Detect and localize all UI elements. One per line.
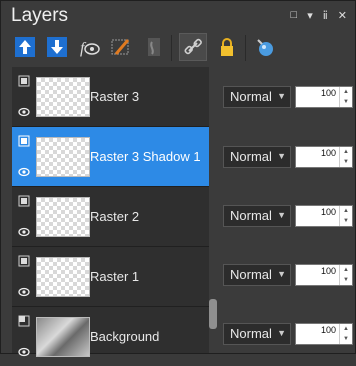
panel-title: Layers — [11, 5, 69, 26]
blend-mode-value: Normal — [230, 267, 272, 282]
opacity-value: 100 — [320, 266, 336, 276]
layer-properties-column: Normal ▼ 100 ▲ ▼ Normal ▼ 100 ▲ ▼ Normal ▼ 10… — [219, 67, 355, 353]
eye-icon[interactable] — [18, 227, 30, 237]
opacity-value: 100 — [320, 148, 336, 158]
chevron-up-icon[interactable]: ▲ — [340, 87, 352, 97]
opacity-spinner[interactable]: ▲ ▼ — [339, 147, 352, 167]
toolbar-separator — [245, 35, 246, 61]
layer-row[interactable]: Raster 3 — [12, 67, 210, 126]
edit-icon[interactable] — [109, 35, 133, 59]
lock-icon[interactable] — [215, 35, 239, 59]
blend-mode-value: Normal — [230, 89, 272, 104]
opacity-spinner[interactable]: ▲ ▼ — [339, 87, 352, 107]
layer-list: Raster 3 Raster 3 Shadow 1 Raster 2 Rast… — [12, 67, 212, 357]
layer-thumbnail — [36, 197, 90, 237]
raster-layer-icon — [18, 195, 30, 207]
chevron-up-icon[interactable]: ▲ — [340, 206, 352, 216]
chevron-down-icon[interactable]: ▼ — [340, 157, 352, 167]
opacity-field[interactable]: 100 ▲ ▼ — [295, 264, 353, 286]
eye-icon[interactable] — [18, 167, 30, 177]
raster-layer-icon — [18, 75, 30, 87]
opacity-spinner[interactable]: ▲ ▼ — [339, 206, 352, 226]
toolbar-separator — [171, 35, 172, 61]
opacity-field[interactable]: 100 ▲ ▼ — [295, 86, 353, 108]
background-layer-icon — [18, 315, 30, 327]
opacity-field[interactable]: 100 ▲ ▼ — [295, 146, 353, 168]
opacity-spinner[interactable]: ▲ ▼ — [339, 324, 352, 344]
visibility-icon[interactable]: f — [77, 35, 101, 59]
blend-mode-value: Normal — [230, 208, 272, 223]
blend-mode-select[interactable]: Normal ▼ — [223, 264, 291, 286]
blend-mode-select[interactable]: Normal ▼ — [223, 146, 291, 168]
layer-row[interactable]: Raster 3 Shadow 1 — [12, 127, 210, 186]
restore-icon[interactable]: □ — [291, 9, 298, 22]
adjustment-icon[interactable] — [253, 35, 277, 59]
layer-thumbnail — [36, 317, 90, 357]
layer-row[interactable]: Raster 1 — [12, 247, 210, 306]
eye-icon[interactable] — [18, 287, 30, 297]
panel-titlebar: Layers □ ▾ ⅱ ✕ — [1, 1, 355, 31]
blend-mode-select[interactable]: Normal ▼ — [223, 86, 291, 108]
blend-mode-value: Normal — [230, 149, 272, 164]
layers-panel: Layers □ ▾ ⅱ ✕ f Raster 3 Raster 3 Shado… — [0, 0, 356, 357]
dropdown-icon[interactable]: ▾ — [307, 9, 313, 22]
layers-toolbar: f — [1, 31, 355, 65]
raster-layer-icon — [18, 135, 30, 147]
opacity-field[interactable]: 100 ▲ ▼ — [295, 323, 353, 345]
chevron-up-icon[interactable]: ▲ — [340, 147, 352, 157]
chevron-down-icon[interactable]: ▼ — [340, 216, 352, 226]
eye-icon[interactable] — [18, 347, 30, 357]
layer-name: Raster 2 — [90, 209, 140, 224]
chevron-down-icon: ▼ — [277, 151, 286, 161]
close-icon[interactable]: ✕ — [338, 9, 347, 22]
chevron-down-icon[interactable]: ▼ — [340, 97, 352, 107]
opacity-field[interactable]: 100 ▲ ▼ — [295, 205, 353, 227]
blend-mode-select[interactable]: Normal ▼ — [223, 205, 291, 227]
blend-mode-select[interactable]: Normal ▼ — [223, 323, 291, 345]
scrollbar-grip[interactable] — [209, 299, 217, 329]
chevron-up-icon[interactable]: ▲ — [340, 324, 352, 334]
layer-row[interactable]: Raster 2 — [12, 187, 210, 246]
chevron-down-icon: ▼ — [277, 328, 286, 338]
chevron-up-icon[interactable]: ▲ — [340, 265, 352, 275]
mask-icon[interactable] — [141, 35, 165, 59]
layer-name: Background — [90, 329, 160, 344]
svg-text:f: f — [80, 40, 87, 57]
layer-thumbnail — [36, 137, 90, 177]
opacity-spinner[interactable]: ▲ ▼ — [339, 265, 352, 285]
chevron-down-icon[interactable]: ▼ — [340, 334, 352, 344]
chevron-down-icon: ▼ — [277, 210, 286, 220]
chevron-down-icon: ▼ — [277, 91, 286, 101]
eye-icon[interactable] — [18, 107, 30, 117]
layer-name: Raster 3 Shadow 1 — [90, 149, 201, 164]
link-icon[interactable] — [179, 33, 207, 61]
layer-name: Raster 3 — [90, 89, 140, 104]
window-buttons: □ ▾ ⅱ ✕ — [291, 9, 347, 22]
layer-thumbnail — [36, 77, 90, 117]
chevron-down-icon: ▼ — [277, 269, 286, 279]
pin-icon[interactable]: ⅱ — [323, 9, 328, 22]
layer-name: Raster 1 — [90, 269, 140, 284]
blend-mode-value: Normal — [230, 326, 272, 341]
chevron-down-icon[interactable]: ▼ — [340, 275, 352, 285]
opacity-value: 100 — [320, 88, 336, 98]
raster-layer-icon — [18, 255, 30, 267]
opacity-value: 100 — [320, 325, 336, 335]
new-raster-layer-icon[interactable] — [13, 35, 37, 59]
opacity-value: 100 — [320, 207, 336, 217]
layer-row[interactable]: Background — [12, 307, 210, 366]
new-vector-layer-icon[interactable] — [45, 35, 69, 59]
layer-thumbnail — [36, 257, 90, 297]
